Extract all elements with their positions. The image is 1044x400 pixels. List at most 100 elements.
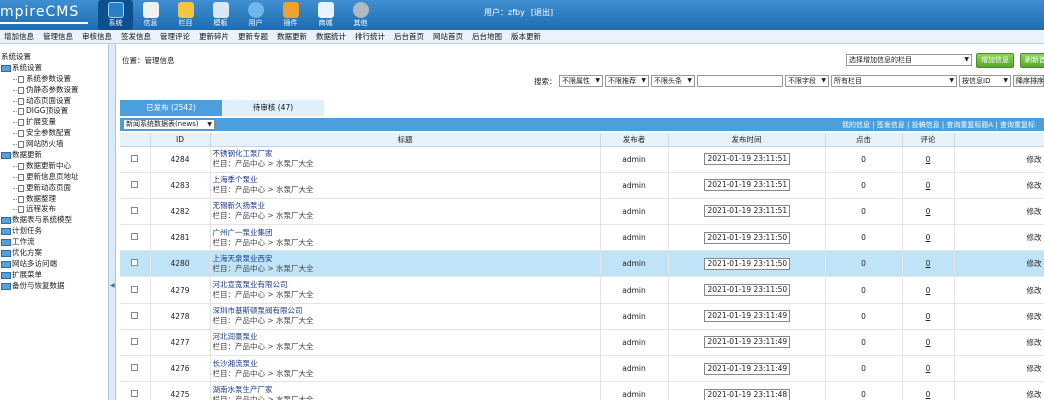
table-row[interactable]: 4278 深圳市基斯顿泵阀有限公司 栏目：产品中心 > 水泵厂大全 admin 2021…: [120, 303, 1044, 330]
table-row[interactable]: 4282 无锡新久扬泵业 栏目：产品中心 > 水泵厂大全 admin 2021-01-1…: [120, 198, 1044, 226]
row-edit-link[interactable]: 修改: [1027, 155, 1042, 164]
sidebar-item[interactable]: 优化方案: [1, 248, 79, 259]
table-row[interactable]: 4275 湖南水泵生产厂家 栏目：产品中心 > 水泵厂大全 admin 2021-01-…: [120, 381, 1044, 400]
sidebar-item[interactable]: 扩展菜单: [1, 270, 79, 281]
submenu-item[interactable]: 数据更新: [277, 31, 307, 42]
table-row[interactable]: 4280 上海天泉泵业西安 栏目：产品中心 > 水泵厂大全 admin 2021-01-…: [120, 250, 1044, 278]
row-time-field[interactable]: 2021-01-19 23:11:49: [703, 310, 790, 323]
sidebar-item[interactable]: 系统设置: [1, 52, 79, 63]
row-checkbox[interactable]: [131, 337, 139, 345]
row-time-field[interactable]: 2021-01-19 23:11:50: [703, 257, 790, 270]
row-time-field[interactable]: 2021-01-19 23:11:48: [703, 388, 790, 400]
row-title-link[interactable]: 无锡新久扬泵业: [213, 201, 600, 211]
nav-template[interactable]: 模板: [203, 0, 238, 30]
logout-link[interactable]: [退出]: [531, 8, 553, 17]
submenu-item[interactable]: 更新专题: [238, 31, 268, 42]
headline-select[interactable]: 不限头条 ▼: [651, 75, 695, 87]
row-checkbox[interactable]: [131, 180, 139, 188]
sidebar-subitem[interactable]: DIGG顶设置: [1, 106, 79, 117]
row-time-field[interactable]: 2021-01-19 23:11:51: [703, 179, 790, 192]
refresh-home-button[interactable]: 刷新首: [1020, 53, 1044, 68]
nav-info[interactable]: 信息: [133, 0, 168, 30]
submenu-item[interactable]: 数据统计: [316, 31, 346, 42]
field-select[interactable]: 不限字段 ▼: [785, 75, 829, 87]
recommend-select[interactable]: 不限推荐 ▼: [605, 75, 649, 87]
sidebar-subitem[interactable]: 伪静态参数设置: [1, 85, 79, 96]
submenu-item[interactable]: 网站首页: [433, 31, 463, 42]
sidebar-subitem[interactable]: 扩展变量: [1, 117, 79, 128]
order-button[interactable]: 降序排序: [1013, 75, 1044, 87]
sidebar-item[interactable]: 计划任务: [1, 226, 79, 237]
row-edit-link[interactable]: 修改: [1027, 286, 1042, 295]
submenu-item[interactable]: 排行统计: [355, 31, 385, 42]
table-row[interactable]: 4281 广州广一泵业集团 栏目：产品中心 > 水泵厂大全 admin 2021-01-…: [120, 224, 1044, 252]
nav-shop[interactable]: 商城: [308, 0, 343, 30]
row-comments-link[interactable]: 0: [926, 207, 931, 216]
tab-pending[interactable]: 待审核 (47): [222, 100, 324, 116]
nav-column[interactable]: 栏目: [168, 0, 203, 30]
submenu-item[interactable]: 审核信息: [82, 31, 112, 42]
row-edit-link[interactable]: 修改: [1027, 259, 1042, 268]
row-checkbox[interactable]: [131, 390, 139, 398]
row-edit-link[interactable]: 修改: [1027, 390, 1042, 399]
nav-plugin[interactable]: 插件: [273, 0, 308, 30]
row-time-field[interactable]: 2021-01-19 23:11:50: [703, 284, 790, 297]
row-edit-link[interactable]: 修改: [1027, 312, 1042, 321]
row-title-link[interactable]: 不锈钢化工泵厂家: [213, 149, 600, 159]
row-time-field[interactable]: 2021-01-19 23:11:50: [703, 231, 790, 244]
row-checkbox[interactable]: [131, 233, 139, 241]
sidebar-subitem[interactable]: 数据整理: [1, 194, 79, 205]
row-title-link[interactable]: 长沙湘流泵业: [213, 359, 600, 369]
row-checkbox[interactable]: [131, 311, 139, 319]
row-checkbox[interactable]: [131, 154, 139, 162]
sidebar-item[interactable]: 网站多访问端: [1, 259, 79, 270]
submenu-item[interactable]: 签发信息: [121, 31, 151, 42]
row-comments-link[interactable]: 0: [926, 364, 931, 373]
sidebar-subitem[interactable]: 更新信息页地址: [1, 172, 79, 183]
row-comments-link[interactable]: 0: [926, 259, 931, 268]
row-comments-link[interactable]: 0: [926, 155, 931, 164]
tab-published[interactable]: 已发布 (2542): [120, 100, 222, 116]
data-table-select[interactable]: 新闻系统数据表(news) ▼: [123, 119, 215, 130]
nav-user[interactable]: 用户: [238, 0, 273, 30]
row-time-field[interactable]: 2021-01-19 23:11:51: [703, 153, 790, 166]
table-row[interactable]: 4279 河北宣宽泵业有限公司 栏目：产品中心 > 水泵厂大全 admin 2021-0…: [120, 276, 1044, 304]
row-title-link[interactable]: 河北润豪泵业: [213, 332, 600, 342]
sidebar-subitem[interactable]: 网站防火墙: [1, 139, 79, 150]
search-input[interactable]: [697, 75, 783, 87]
row-comments-link[interactable]: 0: [926, 312, 931, 321]
add-info-button[interactable]: 增加信息: [976, 53, 1014, 68]
table-row[interactable]: 4284 不锈钢化工泵厂家 栏目：产品中心 > 水泵厂大全 admin 2021-01-…: [120, 146, 1044, 173]
sidebar-subitem[interactable]: 系统参数设置: [1, 74, 79, 85]
sidebar-item[interactable]: 数据表与系统模型: [1, 215, 79, 226]
row-comments-link[interactable]: 0: [926, 390, 931, 399]
sidebar-subitem[interactable]: 安全参数配置: [1, 128, 79, 139]
column-select[interactable]: 所有栏目 ▼: [831, 75, 957, 87]
row-comments-link[interactable]: 0: [926, 286, 931, 295]
row-edit-link[interactable]: 修改: [1027, 233, 1042, 242]
sidebar-item[interactable]: 数据更新: [1, 150, 79, 161]
sidebar-subitem[interactable]: 更新动态页面: [1, 183, 79, 194]
submenu-item[interactable]: 管理评论: [160, 31, 190, 42]
sidebar-collapse-bar[interactable]: ◀: [108, 44, 116, 400]
row-edit-link[interactable]: 修改: [1027, 181, 1042, 190]
row-title-link[interactable]: 广州广一泵业集团: [213, 228, 600, 238]
submenu-item[interactable]: 增加信息: [4, 31, 34, 42]
row-comments-link[interactable]: 0: [926, 233, 931, 242]
submenu-item[interactable]: 版本更新: [511, 31, 541, 42]
row-checkbox[interactable]: [131, 259, 139, 267]
row-edit-link[interactable]: 修改: [1027, 207, 1042, 216]
attr-select[interactable]: 不限属性 ▼: [559, 75, 603, 87]
row-checkbox[interactable]: [131, 364, 139, 372]
row-edit-link[interactable]: 修改: [1027, 338, 1042, 347]
submenu-item[interactable]: 管理信息: [43, 31, 73, 42]
table-row[interactable]: 4283 上海季个泵业 栏目：产品中心 > 水泵厂大全 admin 2021-01-19…: [120, 172, 1044, 199]
row-comments-link[interactable]: 0: [926, 181, 931, 190]
table-quick-links[interactable]: 我的信息 | 签发信息 | 投稿信息 | 查询重复标题A | 查询重复标: [842, 120, 1035, 130]
row-title-link[interactable]: 湖南水泵生产厂家: [213, 385, 600, 395]
row-time-field[interactable]: 2021-01-19 23:11:49: [703, 362, 790, 375]
collapse-arrow-icon[interactable]: ◀: [110, 282, 115, 289]
row-checkbox[interactable]: [131, 206, 139, 214]
nav-system[interactable]: 系统: [98, 0, 133, 30]
row-time-field[interactable]: 2021-01-19 23:11:49: [703, 336, 790, 349]
